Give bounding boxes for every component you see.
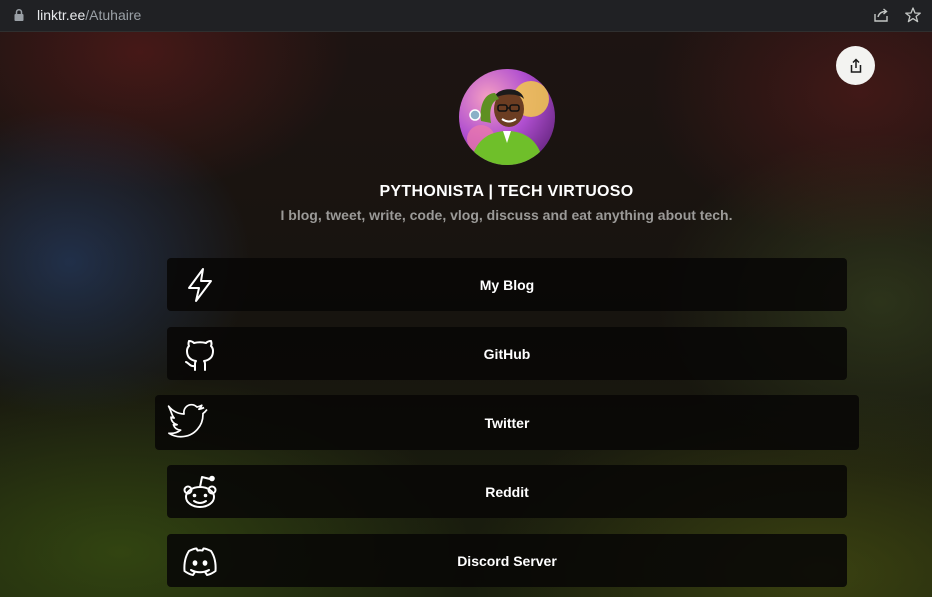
link-my-blog[interactable]: My Blog xyxy=(167,258,847,311)
profile-name: PYTHONISTA | TECH VIRTUOSO xyxy=(379,183,634,200)
discord-icon xyxy=(179,540,221,582)
url-text[interactable]: linktr.ee/Atuhaire xyxy=(37,7,141,23)
linktree-page: PYTHONISTA | TECH VIRTUOSO I blog, tweet… xyxy=(0,32,932,597)
url-path: /Atuhaire xyxy=(85,7,142,23)
link-label: Discord Server xyxy=(457,552,557,569)
link-label: My Blog xyxy=(479,276,535,293)
link-reddit[interactable]: Reddit xyxy=(167,465,847,518)
lightning-icon xyxy=(179,264,221,306)
browser-address-bar: linktr.ee/Atuhaire xyxy=(0,0,932,32)
lock-icon xyxy=(14,8,24,21)
share-icon xyxy=(850,57,861,73)
link-label: GitHub xyxy=(483,345,531,362)
twitter-icon xyxy=(167,401,209,443)
bookmark-star-icon[interactable] xyxy=(904,6,922,24)
profile-avatar xyxy=(459,69,555,165)
reddit-icon xyxy=(179,471,221,513)
share-profile-button[interactable] xyxy=(836,46,875,85)
profile-bio: I blog, tweet, write, code, vlog, discus… xyxy=(280,207,733,223)
avatar-illustration xyxy=(467,81,549,165)
link-twitter[interactable]: Twitter xyxy=(155,395,859,450)
url-field[interactable]: linktr.ee/Atuhaire xyxy=(0,0,932,30)
link-github[interactable]: GitHub xyxy=(167,327,847,380)
link-discord-server[interactable]: Discord Server xyxy=(167,534,847,587)
url-host: linktr.ee xyxy=(37,7,86,23)
link-label: Reddit xyxy=(485,483,529,500)
link-label: Twitter xyxy=(484,414,530,431)
share-page-icon[interactable] xyxy=(872,6,890,24)
github-icon xyxy=(179,333,221,375)
